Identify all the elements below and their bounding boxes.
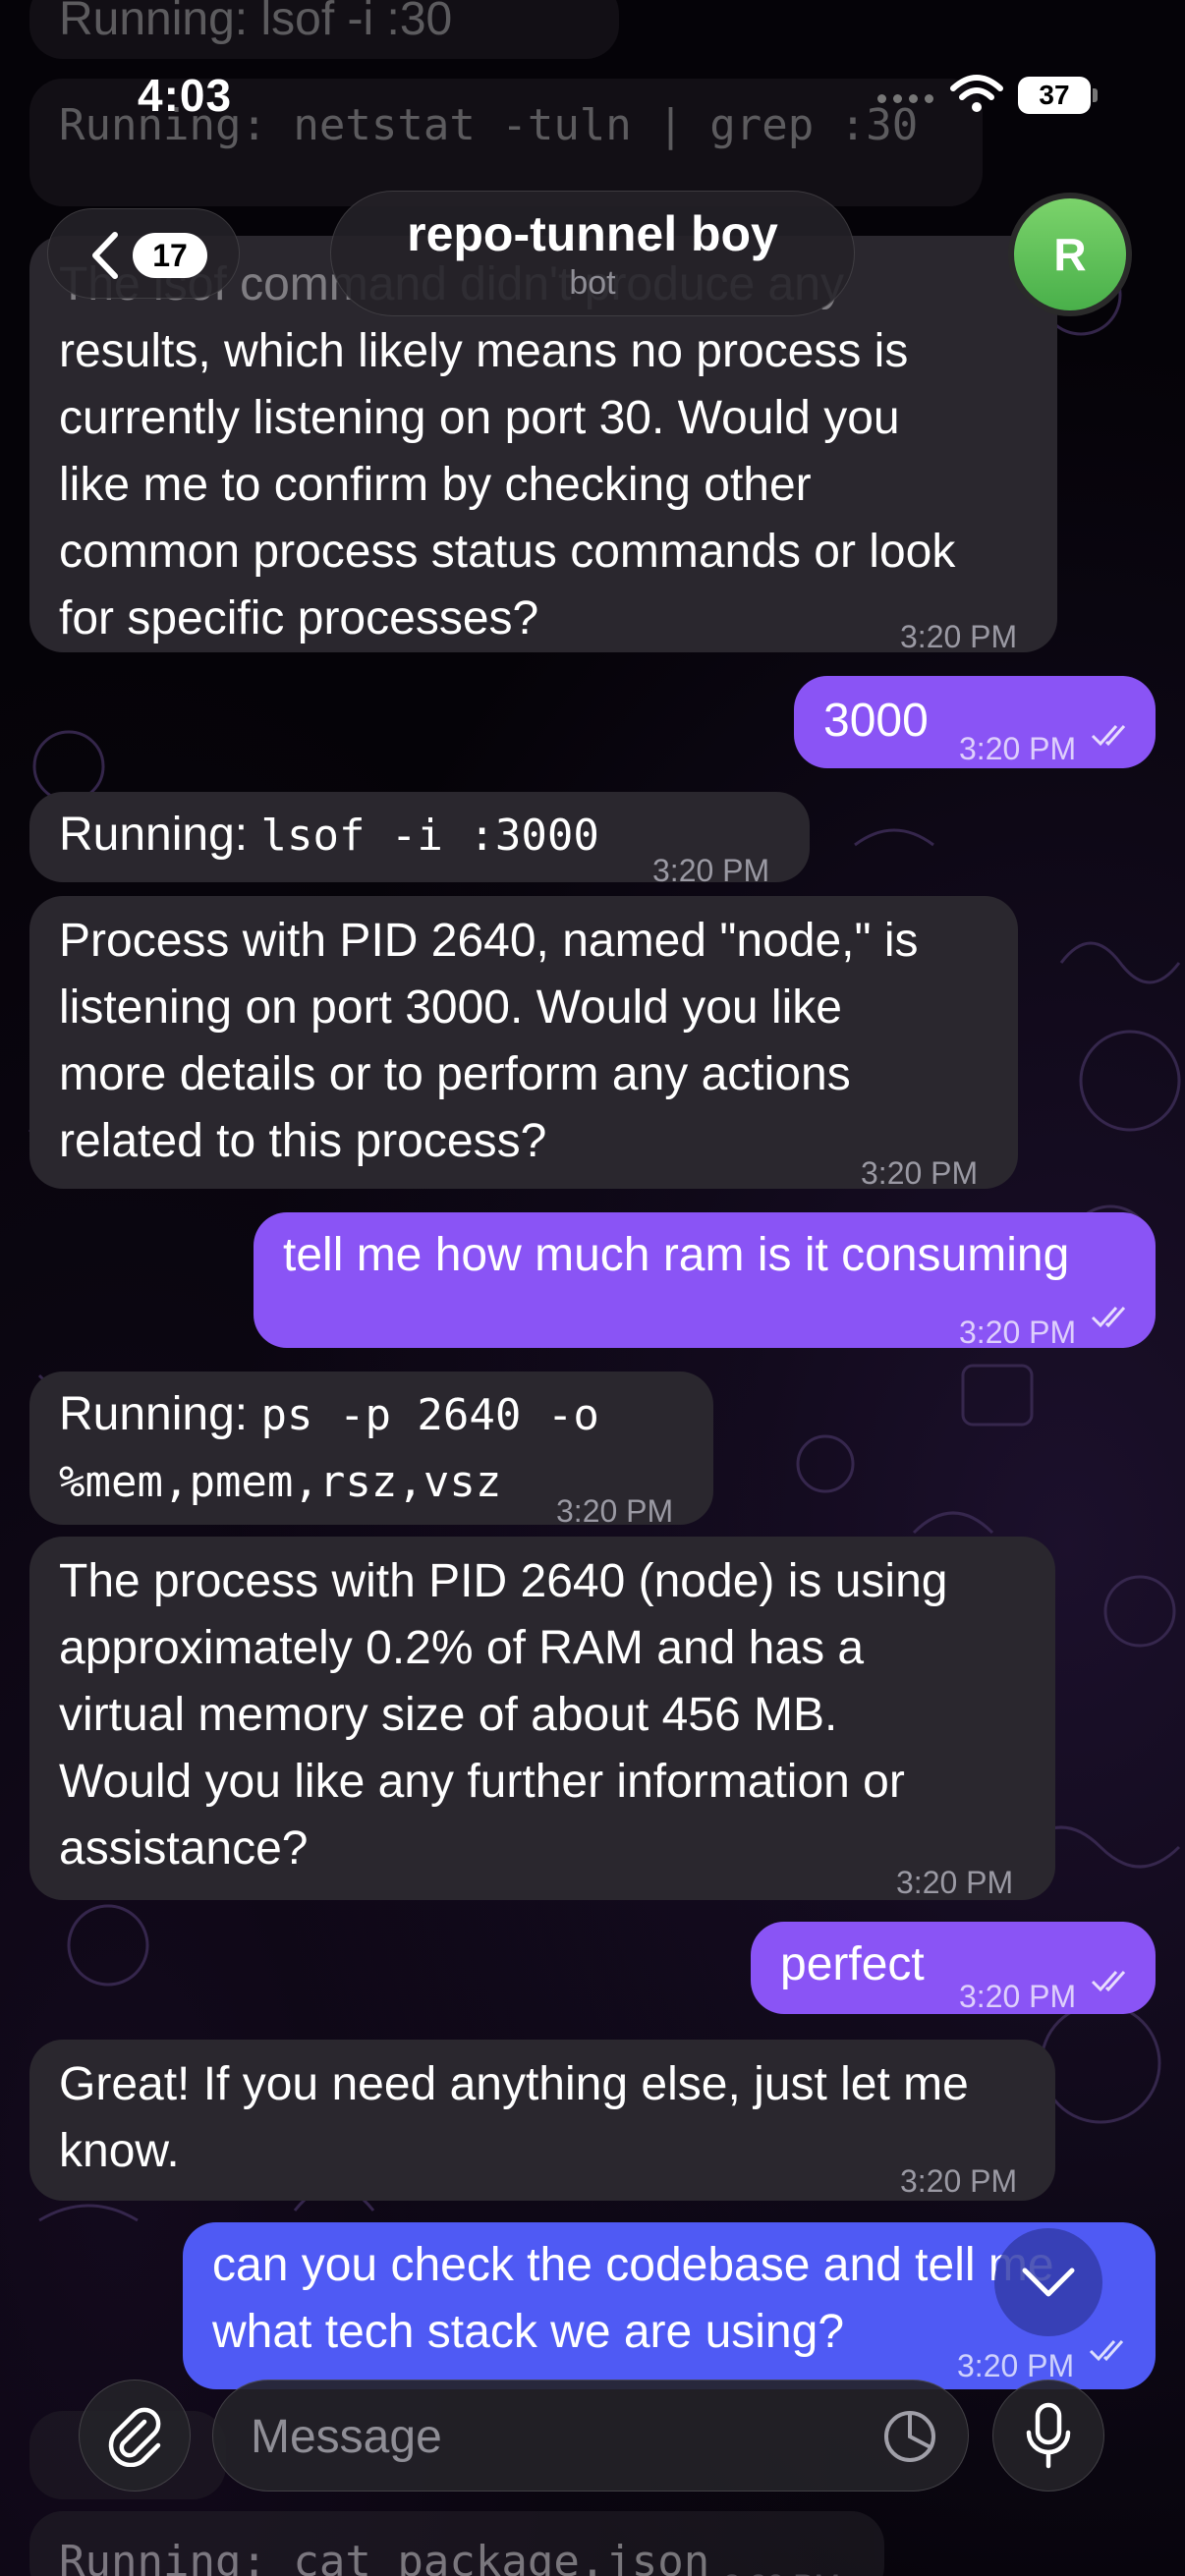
chat-title: repo-tunnel boy: [407, 206, 778, 261]
message-timestamp: 3:20 PM: [900, 619, 1018, 654]
read-checkmarks-icon: [1089, 2340, 1124, 2362]
chevron-down-icon: [1022, 2268, 1075, 2297]
status-bar: 4:03 37: [0, 0, 1185, 187]
message-text: Running: cat package.json: [59, 2537, 710, 2576]
message-line: Great! If you need anything else, just l…: [59, 2058, 969, 2110]
message-bubble-incoming: Running: ps -p 2640 -o %mem,pmem,rsz,vsz…: [29, 1372, 713, 1529]
message-bubble-outgoing: 3000 3:20 PM: [794, 676, 1156, 768]
message-line: what tech stack we are using?: [212, 2306, 845, 2358]
unread-count-badge: 17: [133, 233, 207, 278]
message-bubble-incoming: Running: lsof -i :3000 3:20 PM: [29, 792, 810, 888]
message-bubble-incoming: The process with PID 2640 (node) is usin…: [29, 1537, 1055, 1900]
message-bubble-incoming: Great! If you need anything else, just l…: [29, 2040, 1055, 2201]
microphone-icon: [1026, 2402, 1071, 2469]
attach-button[interactable]: [79, 2380, 191, 2492]
message-line: can you check the codebase and tell me: [212, 2239, 1054, 2291]
message-timestamp: 3:20 PM: [959, 1979, 1077, 2014]
message-code: %mem,pmem,rsz,vsz: [59, 1457, 502, 1507]
message-line: virtual memory size of about 456 MB.: [59, 1689, 838, 1741]
message-code: ps -p 2640 -o: [260, 1390, 599, 1440]
message-line: more details or to perform any actions: [59, 1048, 851, 1100]
message-bubble-incoming: Running: cat package.json 3:20 PM: [29, 2511, 884, 2576]
message-line: currently listening on port 30. Would yo…: [59, 392, 900, 444]
message-line: Process with PID 2640, named "node," is: [59, 915, 919, 967]
message-line: The process with PID 2640 (node) is usin…: [59, 1555, 948, 1607]
scroll-to-bottom-button[interactable]: [994, 2228, 1102, 2336]
message-bubble-outgoing: perfect 3:20 PM: [751, 1922, 1156, 2014]
message-text: 3000: [823, 695, 929, 747]
message-line: listening on port 3000. Would you like: [59, 981, 842, 1034]
message-line: results, which likely means no process i…: [59, 325, 909, 377]
message-timestamp: 3:20 PM: [556, 1493, 674, 1529]
read-checkmarks-icon: [1091, 1307, 1126, 1328]
avatar[interactable]: R: [1008, 193, 1132, 316]
message-line: common process status commands or look: [59, 526, 956, 578]
cellular-signal-icon: [877, 94, 933, 103]
wifi-icon: [950, 75, 1003, 112]
message-text: Running:: [59, 1388, 261, 1440]
message-text: Running:: [59, 809, 261, 861]
message-text: perfect: [780, 1938, 925, 1990]
battery-indicator: 37: [1018, 77, 1091, 114]
message-bubble-outgoing: tell me how much ram is it consuming 3:2…: [254, 1212, 1156, 1350]
message-line: Would you like any further information o…: [59, 1756, 905, 1808]
message-timestamp: 3:20 PM: [959, 1315, 1077, 1350]
sticker-icon[interactable]: [881, 2408, 938, 2465]
chat-subtitle: bot: [569, 264, 616, 302]
back-button[interactable]: 17: [47, 208, 240, 299]
message-line: related to this process?: [59, 1115, 547, 1167]
chat-header[interactable]: repo-tunnel boy bot: [330, 191, 855, 316]
message-text: tell me how much ram is it consuming: [283, 1229, 1070, 1281]
status-time: 4:03: [138, 70, 233, 121]
message-input[interactable]: Message: [212, 2380, 969, 2492]
read-checkmarks-icon: [1091, 725, 1126, 747]
read-checkmarks-icon: [1091, 1971, 1126, 1992]
message-line: approximately 0.2% of RAM and has a: [59, 1622, 865, 1674]
message-timestamp: 3:20 PM: [861, 1155, 979, 1191]
message-bubble-incoming: Process with PID 2640, named "node," is …: [29, 896, 1018, 1191]
paperclip-icon: [108, 2407, 161, 2467]
chevron-left-icon: [92, 232, 118, 279]
message-placeholder: Message: [251, 2411, 442, 2463]
message-line: for specific processes?: [59, 592, 539, 644]
message-timestamp: 3:20 PM: [896, 1865, 1014, 1900]
voice-message-button[interactable]: [992, 2380, 1104, 2492]
battery-level: 37: [1039, 80, 1070, 110]
message-timestamp: 3:20 PM: [959, 731, 1077, 766]
message-timestamp: 3:20 PM: [723, 2552, 840, 2576]
avatar-letter: R: [1053, 229, 1087, 280]
message-line: like me to confirm by checking other: [59, 459, 812, 511]
message-timestamp: 3:20 PM: [652, 853, 770, 888]
message-line: know.: [59, 2125, 180, 2177]
message-code: lsof -i :3000: [260, 811, 599, 861]
battery-tip: [1093, 88, 1098, 102]
message-line: assistance?: [59, 1822, 309, 1875]
message-timestamp: 3:20 PM: [900, 2163, 1018, 2199]
